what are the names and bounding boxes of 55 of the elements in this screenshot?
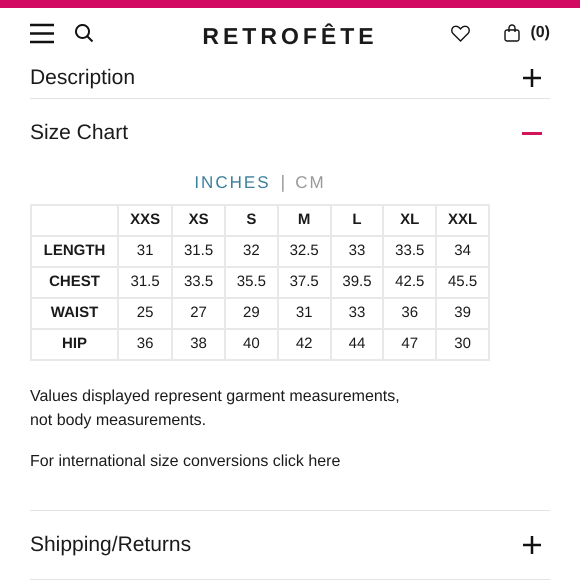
search-icon[interactable] xyxy=(74,23,94,43)
column-header: XXS xyxy=(118,205,172,236)
conversion-link[interactable]: For international size conversions click here xyxy=(30,450,550,474)
table-cell: 42.5 xyxy=(383,267,436,298)
table-cell: 27 xyxy=(172,298,225,329)
heart-icon[interactable] xyxy=(451,24,470,42)
expand-icon[interactable] xyxy=(522,68,542,88)
column-header: S xyxy=(224,205,278,236)
table-cell: 31 xyxy=(118,236,172,267)
table-cell: 31 xyxy=(278,298,331,329)
table-cell: 33.5 xyxy=(172,267,225,298)
unit-separator: | xyxy=(280,171,286,194)
table-cell: 36 xyxy=(383,298,436,329)
expand-icon[interactable] xyxy=(522,535,542,555)
table-cell: 29 xyxy=(224,298,278,329)
note-text: Values displayed represent garment measurements, not body measurements. xyxy=(30,387,401,431)
row-header: HIP xyxy=(31,329,118,360)
unit-tab[interactable]: INCHES xyxy=(194,170,271,196)
cart-count[interactable]: (0) xyxy=(530,21,550,45)
table-cell: 31.5 xyxy=(118,267,172,298)
table-cell: 39 xyxy=(436,298,489,329)
table-cell: 44 xyxy=(330,329,384,360)
table-cell: 33 xyxy=(330,236,384,267)
section-title[interactable]: Description xyxy=(30,62,136,94)
collapse-icon[interactable] xyxy=(522,132,542,134)
table-cell: 32.5 xyxy=(278,236,331,267)
section-title[interactable]: Size Chart xyxy=(30,117,128,149)
section-title[interactable]: Shipping/Returns xyxy=(30,529,192,561)
table-cell: 38 xyxy=(172,329,225,360)
logo[interactable]: RETROFÊTE xyxy=(202,18,378,54)
column-header: XS xyxy=(172,205,225,236)
column-header: XXL xyxy=(436,205,489,236)
row-header: LENGTH xyxy=(31,236,118,267)
table-cell: 34 xyxy=(436,236,489,267)
table-cell: 47 xyxy=(383,329,436,360)
table-cell: 31.5 xyxy=(172,236,225,267)
table-cell: 40 xyxy=(224,329,278,360)
shopping-bag-icon[interactable] xyxy=(504,24,520,42)
table-cell: 39.5 xyxy=(330,267,384,298)
menu-icon[interactable] xyxy=(30,22,54,44)
table-cell: 33 xyxy=(330,298,384,329)
table-cell: 45.5 xyxy=(436,267,489,298)
table-cell: 36 xyxy=(118,329,172,360)
column-header: M xyxy=(278,205,331,236)
row-header: WAIST xyxy=(31,298,118,329)
table-cell: 33.5 xyxy=(383,236,436,267)
table-cell: 35.5 xyxy=(224,267,278,298)
table-cell: 37.5 xyxy=(278,267,331,298)
table-cell: 30 xyxy=(436,329,489,360)
table-cell: 25 xyxy=(118,298,172,329)
column-header: L xyxy=(330,205,384,236)
table-cell: 32 xyxy=(224,236,278,267)
table-cell: 42 xyxy=(278,329,331,360)
row-header: CHEST xyxy=(31,267,118,298)
column-header: XL xyxy=(383,205,436,236)
